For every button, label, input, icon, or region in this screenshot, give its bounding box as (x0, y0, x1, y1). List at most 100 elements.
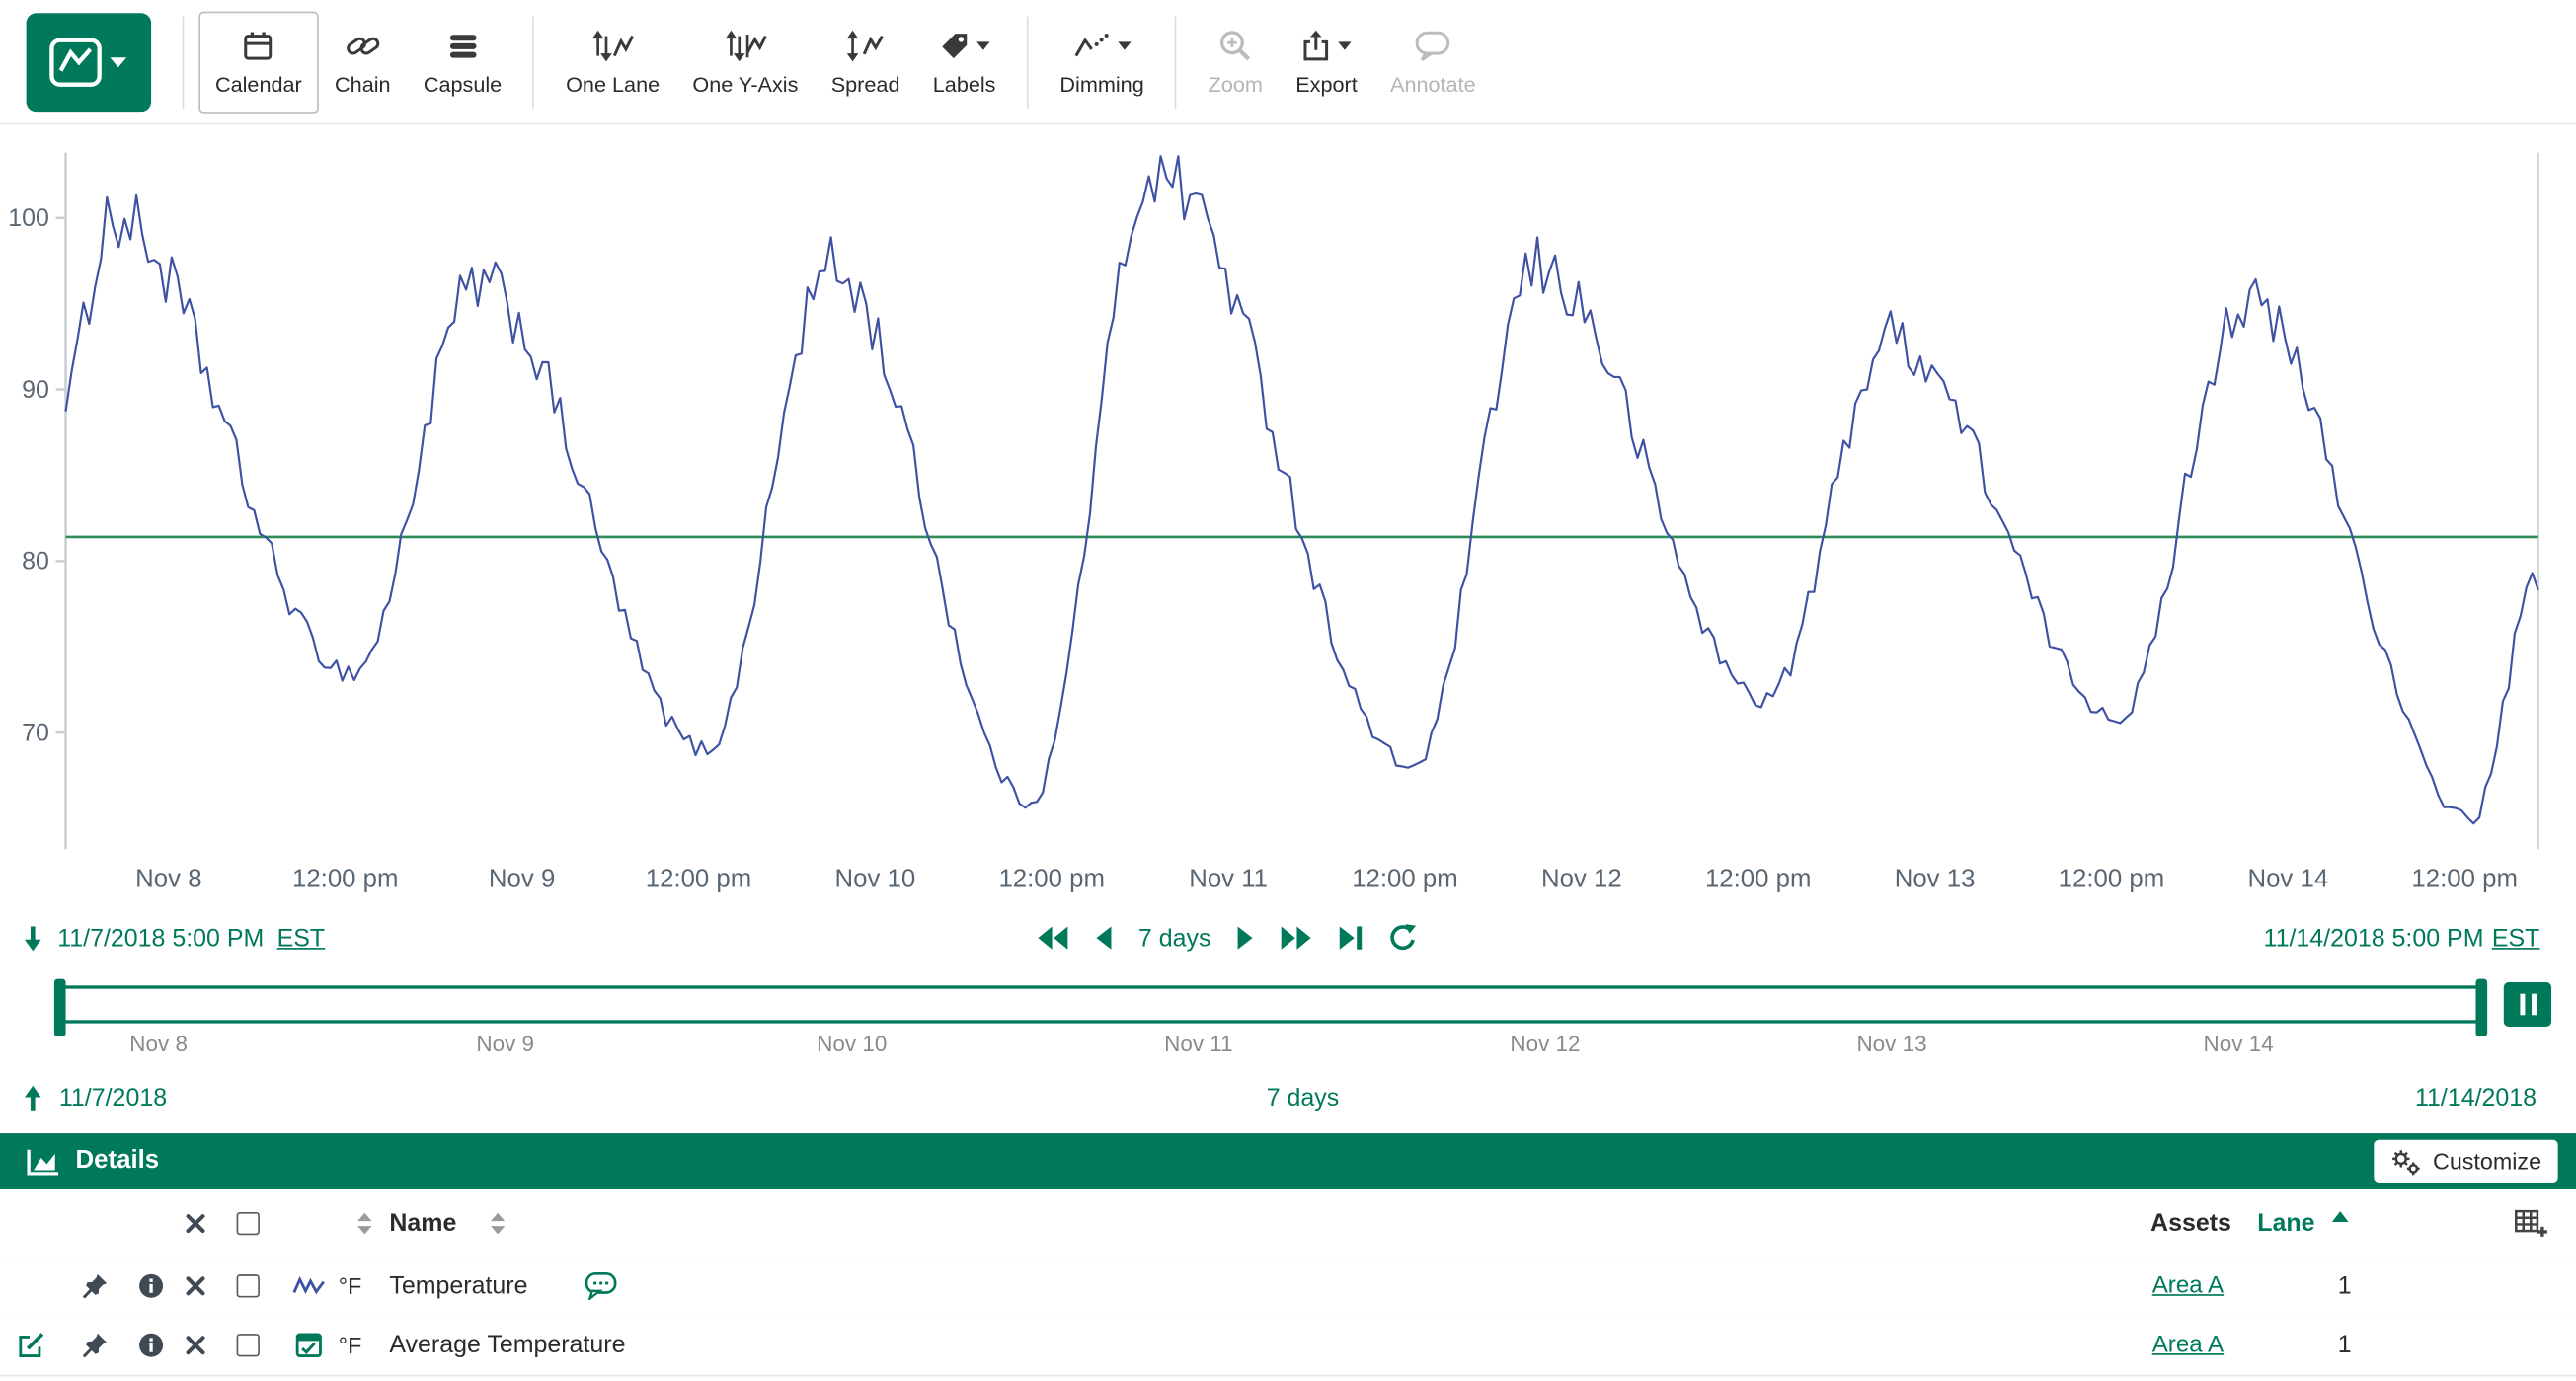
auto-update-button[interactable] (2504, 982, 2551, 1027)
step-to-end-button[interactable] (1338, 925, 1365, 952)
app: Calendar Chain Capsule One Lane On (0, 0, 2576, 1381)
remove-item-button[interactable] (186, 1275, 205, 1295)
range-slider-left-handle[interactable] (54, 979, 66, 1036)
gears-icon (2390, 1147, 2422, 1175)
labels-button[interactable]: Labels (916, 11, 1012, 113)
range-slider-bar[interactable] (57, 985, 2484, 1023)
chevron-down-icon (1338, 41, 1353, 51)
calendar-button[interactable]: Calendar (198, 11, 318, 113)
range-slider-right-handle[interactable] (2475, 979, 2487, 1036)
one-lane-button[interactable]: One Lane (549, 11, 675, 113)
details-row-temperature[interactable]: °F Temperature Area A 1 (0, 1257, 2576, 1316)
speech-bubble-icon (585, 1271, 617, 1299)
pushpin-icon (82, 1272, 109, 1299)
svg-text:Nov 14: Nov 14 (2247, 866, 2328, 893)
column-header-lane[interactable]: Lane (2257, 1209, 2314, 1237)
info-icon (138, 1332, 165, 1358)
sort-ascending-icon[interactable] (2331, 1210, 2349, 1223)
toolbar: Calendar Chain Capsule One Lane On (0, 0, 2576, 124)
select-all-checkbox[interactable] (237, 1211, 260, 1234)
item-info-button[interactable] (138, 1272, 165, 1299)
item-name[interactable]: Temperature (389, 1271, 527, 1299)
labels-label: Labels (933, 72, 996, 97)
annotation-bubble-button[interactable] (585, 1271, 617, 1299)
svg-text:12:00 pm: 12:00 pm (998, 866, 1105, 893)
svg-text:Nov 9: Nov 9 (489, 866, 555, 893)
asset-link[interactable]: Area A (2152, 1332, 2224, 1358)
zoom-label: Zoom (1209, 72, 1263, 97)
investigate-range-slider: Nov 8Nov 9Nov 10Nov 11Nov 12Nov 13Nov 14 (0, 979, 2576, 1065)
sort-type-button[interactable] (356, 1211, 373, 1234)
spread-button[interactable]: Spread (815, 11, 916, 113)
item-info-button[interactable] (138, 1332, 165, 1358)
add-column-button[interactable] (2514, 1207, 2548, 1239)
unit-label: °F (339, 1272, 362, 1299)
annotate-label: Annotate (1390, 72, 1476, 97)
trend-logo-icon (49, 37, 128, 86)
investigate-range: 11/7/2018 7 days 11/14/2018 (0, 1069, 2576, 1125)
details-row-average-temperature[interactable]: °F Average Temperature Area A 1 (0, 1314, 2576, 1376)
svg-text:12:00 pm: 12:00 pm (2411, 866, 2518, 893)
zoom-icon (1217, 27, 1254, 66)
display-range-duration[interactable]: 7 days (1138, 924, 1211, 952)
start-time-down-arrow-icon[interactable] (22, 924, 44, 952)
calendar-icon (242, 27, 274, 66)
calendar-label: Calendar (215, 72, 302, 97)
item-name[interactable]: Average Temperature (389, 1331, 625, 1358)
forward-icon (1235, 925, 1255, 952)
details-panel-header: Details Customize (0, 1133, 2576, 1189)
spread-icon (846, 27, 886, 66)
pin-button[interactable] (82, 1332, 109, 1358)
dimming-button[interactable]: Dimming (1044, 11, 1161, 113)
range-slider-tick-label: Nov 11 (1164, 1032, 1233, 1056)
remove-item-button[interactable] (186, 1335, 205, 1354)
step-forward-half-button[interactable] (1235, 925, 1255, 952)
chevron-down-icon (1117, 41, 1132, 51)
svg-text:80: 80 (22, 548, 49, 575)
sort-name-button[interactable] (490, 1211, 507, 1234)
export-button[interactable]: Export (1280, 11, 1374, 113)
toolbar-separator (183, 16, 185, 108)
row-checkbox[interactable] (237, 1273, 260, 1296)
start-timezone-link[interactable]: EST (277, 924, 326, 952)
x-mark-icon (186, 1213, 205, 1233)
display-range-start[interactable]: 11/7/2018 5:00 PM (57, 924, 264, 952)
edit-formula-button[interactable] (17, 1330, 46, 1359)
pencil-square-icon (17, 1330, 46, 1359)
trend-chart[interactable]: 708090100Nov 812:00 pmNov 912:00 pmNov 1… (0, 124, 2576, 916)
refresh-button[interactable] (1388, 923, 1418, 953)
backward-icon (1094, 925, 1114, 952)
sort-icon (356, 1211, 373, 1234)
customize-button[interactable]: Customize (2374, 1140, 2558, 1183)
sort-icon (490, 1211, 507, 1234)
remove-all-button[interactable] (186, 1213, 205, 1233)
svg-text:90: 90 (22, 376, 49, 404)
lane-value: 1 (2338, 1271, 2352, 1299)
range-slider-tick-label: Nov 10 (817, 1032, 887, 1056)
range-slider-tick-label: Nov 12 (1510, 1032, 1580, 1056)
row-checkbox[interactable] (237, 1333, 260, 1355)
one-y-axis-button[interactable]: One Y-Axis (676, 11, 815, 113)
end-timezone-link[interactable]: EST (2492, 924, 2540, 952)
svg-text:12:00 pm: 12:00 pm (646, 866, 752, 893)
capsule-button[interactable]: Capsule (407, 11, 518, 113)
chevron-down-icon (110, 56, 126, 66)
chain-button[interactable]: Chain (318, 11, 407, 113)
display-range-end[interactable]: 11/14/2018 5:00 PM (2264, 924, 2484, 952)
investigate-range-end[interactable]: 11/14/2018 (2415, 1083, 2537, 1111)
column-header-name[interactable]: Name (389, 1209, 456, 1237)
investigate-up-arrow-icon[interactable] (22, 1083, 44, 1111)
worksheet-view-dropdown-button[interactable] (27, 12, 151, 111)
svg-text:Nov 12: Nov 12 (1541, 866, 1622, 893)
step-forward-full-button[interactable] (1280, 925, 1312, 952)
column-header-assets[interactable]: Assets (2150, 1209, 2231, 1237)
investigate-range-start[interactable]: 11/7/2018 (59, 1083, 167, 1111)
step-back-full-button[interactable] (1037, 925, 1069, 952)
pin-button[interactable] (82, 1272, 109, 1299)
one-y-axis-icon (724, 27, 766, 66)
step-back-half-button[interactable] (1094, 925, 1114, 952)
asset-link[interactable]: Area A (2152, 1272, 2224, 1299)
investigate-range-duration[interactable]: 7 days (1267, 1083, 1340, 1111)
toolbar-separator (533, 16, 535, 108)
trend-chart-svg[interactable]: 708090100Nov 812:00 pmNov 912:00 pmNov 1… (0, 124, 2576, 916)
